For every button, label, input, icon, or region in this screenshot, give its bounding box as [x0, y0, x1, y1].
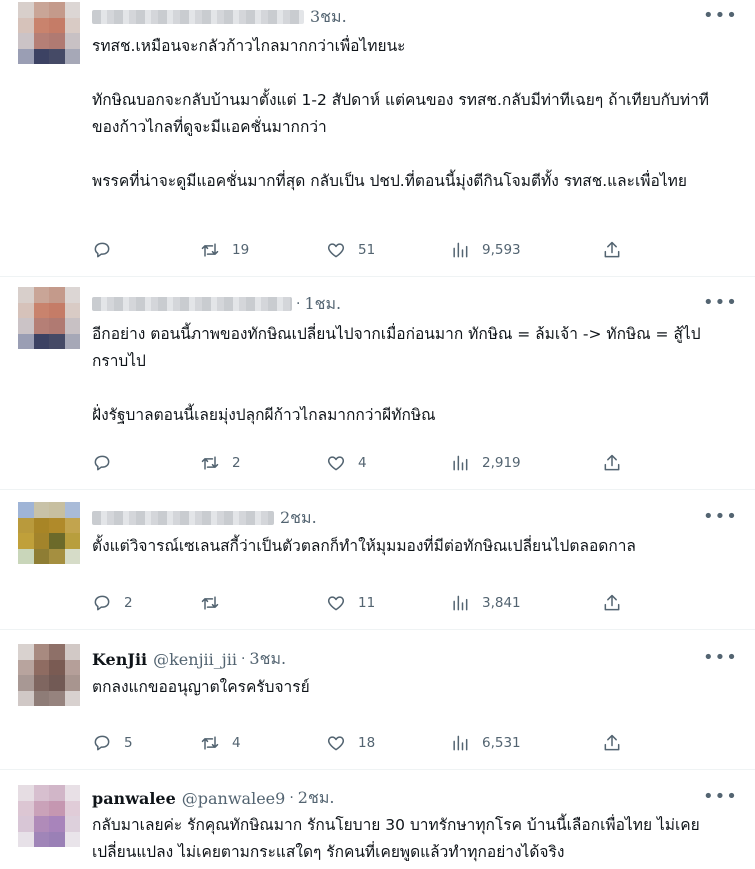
- share-icon: [604, 454, 620, 471]
- reply-button[interactable]: 5: [92, 731, 133, 755]
- tweet-time[interactable]: 1ชม.: [304, 292, 341, 317]
- avatar[interactable]: [18, 2, 80, 64]
- like-icon: [327, 243, 345, 258]
- author-name-blurred[interactable]: [92, 297, 292, 311]
- views-count: 9,593: [482, 242, 521, 258]
- like-count: 18: [358, 735, 376, 751]
- retweet-count: 2: [232, 455, 241, 471]
- more-icon[interactable]: •••: [703, 788, 737, 810]
- tweet-text: ตกลงแกขออนุญาตใครครับจารย์: [92, 678, 310, 696]
- share-icon: [604, 734, 620, 751]
- reply-button[interactable]: 2: [92, 591, 133, 615]
- tweet-header: panwalee @panwalee9 · 2ชม.: [92, 786, 334, 810]
- tweet[interactable]: 3ชม. ••• รทสช.เหมือนจะกลัวก้าวไกลมากกว่า…: [0, 0, 755, 277]
- reply-button[interactable]: [92, 238, 124, 262]
- author-name[interactable]: panwalee: [92, 789, 176, 808]
- views-button[interactable]: 2,919: [450, 451, 521, 475]
- tweet-actions: 19 51 9,593: [92, 238, 632, 262]
- avatar[interactable]: [18, 785, 80, 847]
- retweet-count: 4: [232, 735, 241, 751]
- retweet-button[interactable]: 2: [200, 451, 241, 475]
- share-icon: [604, 241, 620, 258]
- like-icon: [327, 596, 345, 611]
- share-button[interactable]: [602, 451, 622, 475]
- tweet[interactable]: panwalee @panwalee9 · 2ชม. ••• กลับมาเลย…: [0, 770, 755, 869]
- retweet-button[interactable]: 4: [200, 731, 241, 755]
- like-count: 11: [358, 595, 376, 611]
- like-icon: [327, 456, 345, 471]
- views-count: 2,919: [482, 455, 521, 471]
- tweet-header: · 1ชม.: [92, 292, 341, 316]
- reply-icon: [94, 595, 110, 611]
- author-name-blurred[interactable]: [92, 511, 274, 525]
- tweet[interactable]: · 1ชม. ••• อีกอย่าง ตอนนี้ภาพของทักษิณเป…: [0, 277, 755, 490]
- tweet-feed: 3ชม. ••• รทสช.เหมือนจะกลัวก้าวไกลมากกว่า…: [0, 0, 755, 869]
- tweet-time[interactable]: 3ชม.: [310, 5, 347, 30]
- tweet-time[interactable]: 2ชม.: [280, 506, 317, 531]
- more-icon[interactable]: •••: [703, 649, 737, 671]
- tweet-time[interactable]: 2ชม.: [298, 786, 335, 811]
- tweet-actions: 2 4 2,919: [92, 451, 632, 475]
- tweet[interactable]: 2ชม. ••• ตั้งแต่วิจารณ์เซเลนสกี้ว่าเป็นต…: [0, 490, 755, 630]
- reply-icon: [94, 455, 110, 471]
- retweet-icon: [201, 596, 219, 610]
- retweet-icon: [201, 456, 219, 470]
- reply-icon: [94, 735, 110, 751]
- views-count: 3,841: [482, 595, 521, 611]
- share-button[interactable]: [602, 731, 622, 755]
- reply-count: 5: [124, 735, 133, 751]
- tweet-time[interactable]: 3ชม.: [249, 647, 286, 672]
- reply-count: 2: [124, 595, 133, 611]
- avatar[interactable]: [18, 644, 80, 706]
- views-icon: [453, 595, 468, 611]
- tweet-header: 2ชม.: [92, 506, 317, 530]
- like-icon: [327, 736, 345, 751]
- tweet-text: อีกอย่าง ตอนนี้ภาพของทักษิณเปลี่ยนไปจากเ…: [92, 325, 701, 424]
- retweet-count: 19: [232, 242, 250, 258]
- tweet-header: 3ชม.: [92, 5, 347, 29]
- tweet-actions: 2 11 3,841: [92, 591, 632, 615]
- tweet-text: รทสช.เหมือนจะกลัวก้าวไกลมากกว่าเพื่อไทยน…: [92, 37, 710, 190]
- more-icon[interactable]: •••: [703, 508, 737, 530]
- tweet-header: KenJii @kenjii_jii · 3ชม.: [92, 647, 286, 671]
- views-button[interactable]: 3,841: [450, 591, 521, 615]
- retweet-icon: [201, 736, 219, 750]
- views-button[interactable]: 6,531: [450, 731, 521, 755]
- more-icon[interactable]: •••: [703, 7, 737, 29]
- author-handle[interactable]: @panwalee9: [182, 789, 286, 808]
- retweet-button[interactable]: [200, 591, 232, 615]
- avatar[interactable]: [18, 502, 80, 564]
- share-button[interactable]: [602, 591, 622, 615]
- share-button[interactable]: [602, 238, 622, 262]
- views-icon: [453, 455, 468, 471]
- tweet-text: ตั้งแต่วิจารณ์เซเลนสกี้ว่าเป็นตัวตลกก็ทำ…: [92, 537, 636, 555]
- tweet[interactable]: KenJii @kenjii_jii · 3ชม. ••• ตกลงแกขออน…: [0, 630, 755, 770]
- like-button[interactable]: 18: [326, 731, 375, 755]
- retweet-icon: [201, 243, 219, 257]
- views-count: 6,531: [482, 735, 521, 751]
- share-icon: [604, 594, 620, 611]
- like-button[interactable]: 51: [326, 238, 375, 262]
- reply-icon: [94, 242, 110, 258]
- like-count: 51: [358, 242, 376, 258]
- author-handle[interactable]: @kenjii_jii: [153, 650, 237, 669]
- views-button[interactable]: 9,593: [450, 238, 521, 262]
- views-icon: [453, 735, 468, 751]
- author-name-blurred[interactable]: [92, 10, 304, 24]
- like-count: 4: [358, 455, 367, 471]
- avatar[interactable]: [18, 287, 80, 349]
- like-button[interactable]: 11: [326, 591, 375, 615]
- author-name[interactable]: KenJii: [92, 650, 147, 669]
- tweet-actions: 5 4 18 6,531: [92, 731, 632, 755]
- more-icon[interactable]: •••: [703, 294, 737, 316]
- views-icon: [453, 242, 468, 258]
- tweet-text: กลับมาเลยค่ะ รักคุณทักษิณมาก รักนโยบาย 3…: [92, 816, 700, 861]
- like-button[interactable]: 4: [326, 451, 367, 475]
- reply-button[interactable]: [92, 451, 124, 475]
- retweet-button[interactable]: 19: [200, 238, 249, 262]
